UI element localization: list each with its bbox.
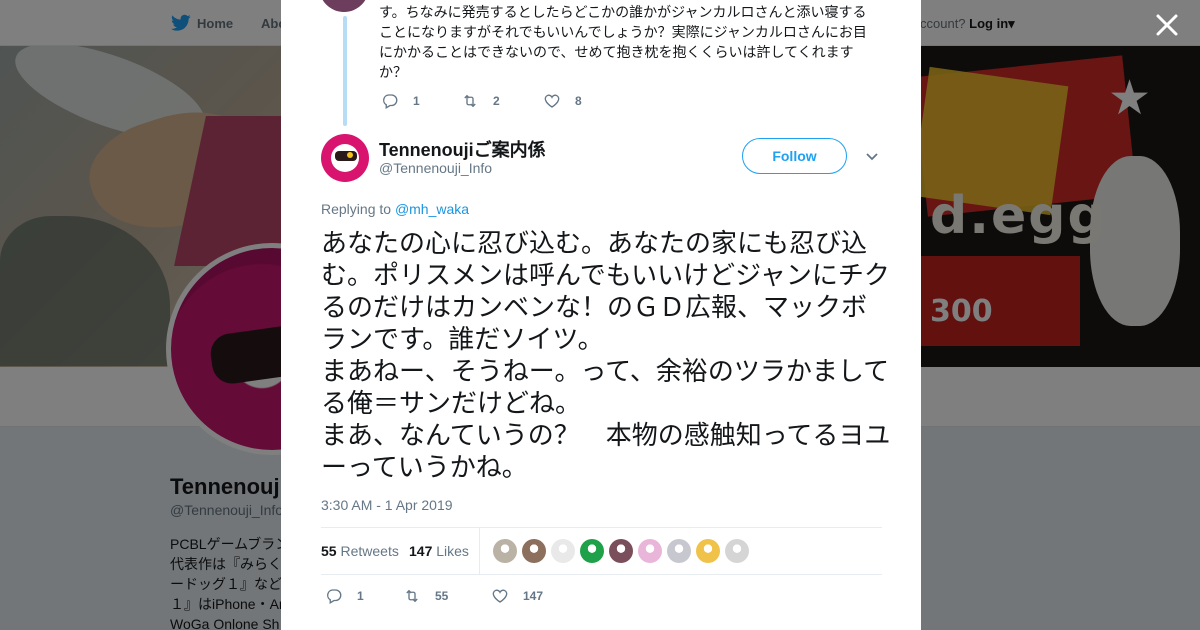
replying-to: Replying to @mh_waka: [321, 201, 469, 217]
reply-icon: [327, 589, 342, 604]
close-icon[interactable]: [1154, 12, 1180, 38]
tweet-stats: 55 Retweets 147 Likes: [321, 527, 882, 575]
like-count: 8: [575, 94, 582, 108]
heart-icon: [544, 94, 560, 108]
retweet-icon: [406, 589, 418, 603]
stats-divider: [479, 528, 480, 574]
liker-avatars: [493, 539, 749, 563]
retweet-count: 55: [435, 589, 449, 603]
replying-prefix: Replying to: [321, 201, 392, 217]
retweet-button[interactable]: 55: [403, 587, 491, 605]
tweet-timestamp[interactable]: 3:30 AM - 1 Apr 2019: [321, 497, 453, 513]
liker-avatar[interactable]: [522, 539, 546, 563]
reply-count: 1: [357, 589, 364, 603]
reply-icon: [383, 94, 398, 109]
retweets-stat-label: Retweets: [340, 543, 399, 559]
reply-button[interactable]: 1: [381, 92, 461, 110]
liker-avatar[interactable]: [725, 539, 749, 563]
retweets-stat-count: 55: [321, 543, 337, 559]
liker-avatar[interactable]: [551, 539, 575, 563]
likes-stat-count: 147: [409, 543, 433, 559]
liker-avatar[interactable]: [609, 539, 633, 563]
parent-tweet-text: す。ちなみに発売するとしたらどこかの誰かがジャンカルロさんと添い寝することになり…: [379, 4, 867, 80]
parent-tweet-avatar[interactable]: [319, 0, 369, 12]
liker-avatar[interactable]: [638, 539, 662, 563]
liker-avatar[interactable]: [493, 539, 517, 563]
like-button[interactable]: 8: [543, 92, 582, 110]
liker-avatar[interactable]: [696, 539, 720, 563]
author-name[interactable]: Tennenoujiご案内係: [379, 136, 546, 162]
like-count: 147: [523, 589, 544, 603]
tweet-actions: 1 55 147: [325, 587, 543, 605]
liker-avatar[interactable]: [667, 539, 691, 563]
retweet-icon: [464, 94, 476, 108]
retweets-stat[interactable]: 55 Retweets: [321, 543, 399, 559]
tweet-modal: す。ちなみに発売するとしたらどこかの誰かがジャンカルロさんと添い寝することになり…: [281, 0, 921, 630]
author-handle[interactable]: @Tennenouji_Info: [379, 160, 492, 176]
thread-connector-line: [343, 16, 347, 126]
follow-button[interactable]: Follow: [742, 138, 847, 174]
parent-tweet-actions: 1 2 8: [381, 92, 582, 110]
author-avatar[interactable]: [321, 134, 369, 182]
likes-stat-label: Likes: [436, 543, 469, 559]
reply-button[interactable]: 1: [325, 587, 403, 605]
liker-avatar[interactable]: [580, 539, 604, 563]
like-button[interactable]: 147: [491, 587, 543, 605]
chevron-down-icon[interactable]: [864, 148, 880, 164]
heart-icon: [492, 589, 508, 603]
tweet-text: あなたの心に忍び込む。あなたの家にも忍び込む。ポリスメンは呼んでもいいけどジャン…: [321, 229, 891, 483]
likes-stat[interactable]: 147 Likes: [409, 543, 469, 559]
retweet-button[interactable]: 2: [461, 92, 543, 110]
reply-count: 1: [413, 94, 420, 108]
replying-mention-link[interactable]: @mh_waka: [395, 201, 469, 217]
retweet-count: 2: [493, 94, 500, 108]
